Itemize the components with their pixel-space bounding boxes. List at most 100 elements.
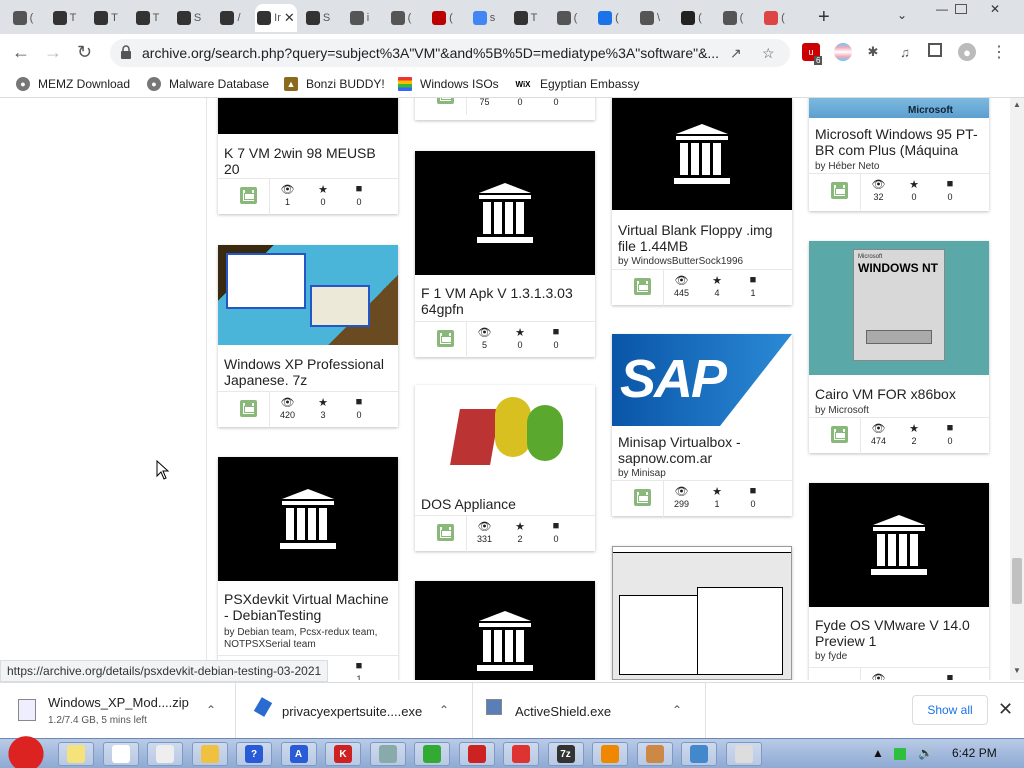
browser-tab[interactable]: T [131,4,165,32]
result-card[interactable]: K 7 VM 2win 98 MEUSB 20 👁 1 ★ 0 ■ 0 [218,98,398,215]
archive-thumbnail[interactable] [415,151,595,275]
browser-tab[interactable]: T [509,4,543,32]
scroll-down-icon[interactable]: ▼ [1013,666,1021,675]
browser-tab[interactable]: ( [592,4,626,32]
taskbar-app-button[interactable] [58,742,94,766]
browser-tab[interactable]: ( [550,4,584,32]
result-title[interactable]: F 1 VM Apk V 1.3.1.3.03 64gpfn [421,285,591,317]
result-title[interactable]: Microsoft Windows 95 PT-BR com Plus (Máq… [815,126,985,158]
archive-thumbnail[interactable] [218,457,398,581]
result-title[interactable]: Virtual Blank Floppy .img file 1.44MB [618,222,788,254]
minimize-icon[interactable]: — [932,2,952,16]
taskbar-app-button[interactable] [503,742,539,766]
start-button[interactable] [4,731,48,768]
result-card[interactable]: Virtual Blank Floppy .img file 1.44MB by… [612,98,792,306]
browser-tab[interactable]: T [48,4,82,32]
result-card[interactable]: Windows XP Professional Japanese. 7z 👁 42… [218,245,398,428]
dos-logo-thumbnail[interactable] [415,385,595,485]
close-tab-icon[interactable]: ✕ [284,10,295,26]
chevron-up-icon[interactable]: ⌃ [206,703,216,717]
result-card[interactable]: PSXdevkit Virtual Machine - DebianTestin… [218,457,398,680]
tray-chevron-icon[interactable]: ▲ [872,746,884,760]
browser-tab[interactable]: ( [6,4,40,32]
taskbar-app-button[interactable] [458,742,495,766]
show-all-downloads-button[interactable]: Show all [912,695,988,725]
taskbar-app-button[interactable]: ? [236,742,272,766]
result-card[interactable] [415,581,595,680]
bookmark-bonzi-buddy[interactable]: ▲ Bonzi BUDDY! [284,77,385,91]
flag-extension-icon[interactable] [834,43,852,61]
share-icon[interactable]: ↗ [730,45,742,62]
bookmark-star-icon[interactable]: ☆ [762,45,775,62]
download-item[interactable]: ActiveShield.exe ⌃ [470,683,706,739]
chevron-up-icon[interactable]: ⌃ [439,703,449,717]
scroll-up-icon[interactable]: ▲ [1013,100,1021,109]
scrollbar-thumb[interactable] [1012,558,1022,604]
bookmark-malware-database[interactable]: ● Malware Database [147,77,269,91]
result-card[interactable]: 👁75 ★0 ■0 [415,98,595,120]
network-icon[interactable] [894,748,906,760]
close-downloads-icon[interactable]: ✕ [998,699,1013,720]
chevron-up-icon[interactable]: ⌃ [672,703,682,717]
tab-search-chevron-icon[interactable]: ⌄ [897,8,907,22]
result-creator[interactable]: by fyde [815,651,985,663]
result-title[interactable]: PSXdevkit Virtual Machine - DebianTestin… [224,591,394,623]
taskbar-app-button[interactable] [102,742,139,766]
result-title[interactable]: Minisap Virtualbox - sapnow.com.ar [618,434,788,466]
result-card[interactable]: Microsoft Microsoft Windows 95 PT-BR com… [809,98,989,211]
bookmark-memz[interactable]: ● MEMZ Download [16,77,130,91]
browser-tab[interactable]: \ [633,4,667,32]
taskbar-app-button[interactable] [681,742,717,766]
result-creator[interactable]: by Minisap [618,468,788,480]
taskbar-app-button[interactable]: K [325,742,361,766]
result-title[interactable]: Fyde OS VMware V 14.0 Preview 1 [815,617,985,649]
taskbar-app-button[interactable] [725,742,762,766]
browser-tab[interactable]: ( [675,4,709,32]
mac-desktop-thumbnail[interactable] [612,546,792,680]
result-creator[interactable]: by Héber Neto [815,161,985,173]
result-card[interactable]: Fyde OS VMware V 14.0 Preview 1 by fyde … [809,483,989,680]
menu-kebab-icon[interactable]: ⋮ [990,43,1008,61]
download-item[interactable]: privacyexpertsuite....exe ⌃ [237,683,473,739]
result-title[interactable]: DOS Appliance [421,496,591,512]
media-controls-icon[interactable]: ♫ [896,43,914,61]
reload-icon[interactable]: ↻ [77,42,92,63]
address-bar[interactable]: archive.org/search.php?query=subject%3A"… [110,39,790,67]
browser-tab[interactable]: T [89,4,123,32]
bookmark-windows-isos[interactable]: Windows ISOs [398,77,499,91]
result-creator[interactable]: by WindowsButterSock1996 [618,256,788,268]
result-card[interactable]: F 1 VM Apk V 1.3.1.3.03 64gpfn 👁 5 ★ 0 ■ 0 [415,151,595,358]
browser-tab[interactable]: ( [758,4,792,32]
result-card[interactable]: SAP Minisap Virtualbox - sapnow.com.ar b… [612,334,792,517]
browser-tab[interactable]: ( [716,4,750,32]
taskbar-app-button[interactable] [147,742,183,766]
browser-tab[interactable]: / [214,4,248,32]
back-arrow-icon[interactable]: ← [12,42,30,63]
browser-tab[interactable]: s [467,4,501,32]
clock[interactable]: 6:42 PM [952,746,997,760]
result-card[interactable] [612,546,792,680]
browser-tab[interactable]: S [301,4,335,32]
puzzle-extensions-icon[interactable]: ✱ [864,43,882,61]
result-title[interactable]: Windows XP Professional Japanese. 7z [224,356,394,388]
result-card[interactable]: DOS Appliance 👁 331 ★ 2 ■ 0 [415,385,595,552]
result-card[interactable]: Microsoft WINDOWS NT Cairo VM FOR x86box… [809,241,989,454]
close-window-icon[interactable]: ✕ [985,2,1005,16]
browser-tab[interactable]: Ir ✕ [255,4,297,32]
taskbar-app-button[interactable] [369,742,406,766]
windows-95-thumbnail[interactable]: Microsoft [809,98,989,118]
result-title[interactable]: K 7 VM 2win 98 MEUSB 20 [224,145,394,177]
forward-arrow-icon[interactable]: → [44,42,62,63]
taskbar-app-button[interactable] [414,742,450,766]
profile-avatar-icon[interactable]: ● [958,43,976,61]
side-panel-icon[interactable] [928,43,942,57]
browser-tab[interactable]: ( [384,4,418,32]
taskbar-app-button[interactable] [592,742,628,766]
browser-tab[interactable]: S [172,4,206,32]
taskbar-app-button[interactable] [191,742,228,766]
sap-logo-thumbnail[interactable]: SAP [612,334,792,426]
taskbar-app-button[interactable] [636,742,673,766]
archive-thumbnail[interactable] [612,98,792,210]
bookmark-egyptian-embassy[interactable]: WiX Egyptian Embassy [514,77,639,91]
windows-nt-box-thumbnail[interactable]: Microsoft WINDOWS NT [809,241,989,375]
